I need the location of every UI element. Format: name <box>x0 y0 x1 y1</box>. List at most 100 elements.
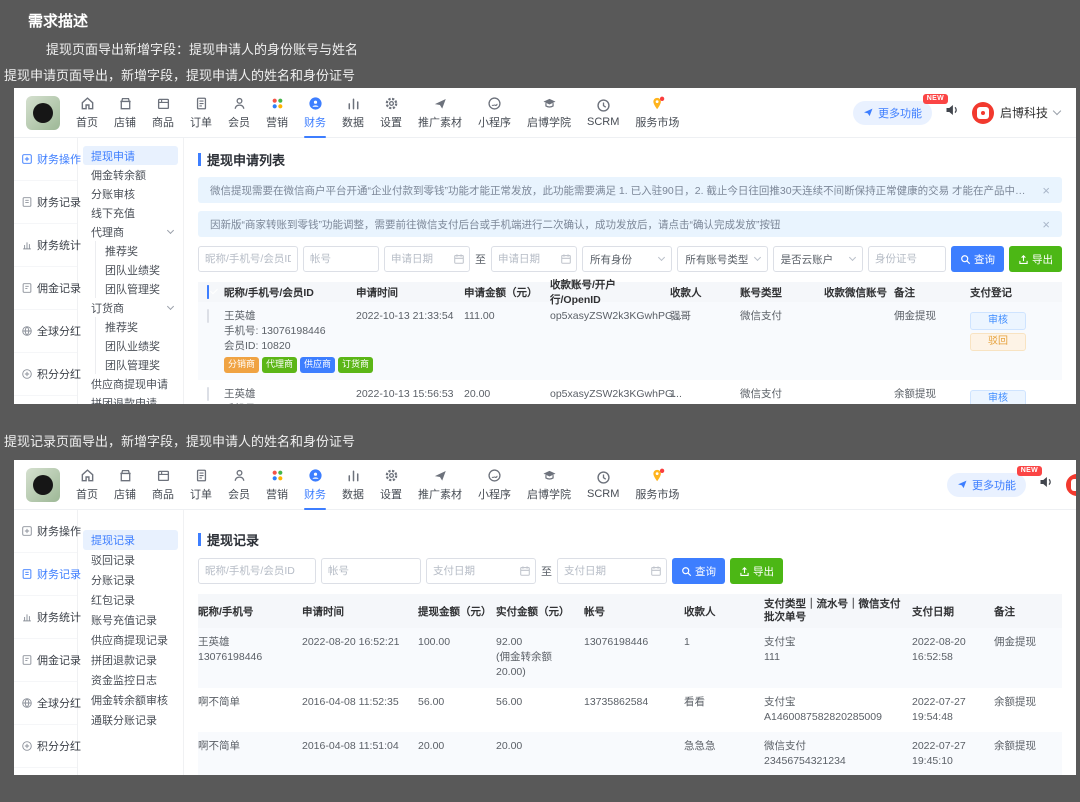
account-type-select[interactable]: 所有账号类型 <box>677 246 768 272</box>
submenu-item[interactable]: 推荐奖 <box>78 241 183 260</box>
search-button[interactable]: 查询 <box>950 246 1004 272</box>
nav-item-academy[interactable]: 启博学院 <box>519 88 579 138</box>
sidebar-item-finance-operations[interactable]: 财务操作 <box>14 510 81 553</box>
keyword-input[interactable] <box>198 558 316 584</box>
nav-item-scrm[interactable]: SCRM <box>579 460 627 510</box>
nav-item-goods[interactable]: 商品 <box>144 88 182 138</box>
nav-item-orders[interactable]: 订单 <box>182 460 220 510</box>
nav-item-finance[interactable]: 财务 <box>296 460 334 510</box>
nav-item-settings[interactable]: 设置 <box>372 460 410 510</box>
sidebar-item-finance-statistics[interactable]: 财务统计 <box>14 224 81 267</box>
submenu-item[interactable]: 团队管理奖 <box>78 355 183 374</box>
submenu-item[interactable]: 团队管理奖 <box>78 279 183 298</box>
more-features-button[interactable]: 更多功能 NEW <box>852 93 948 125</box>
submenu-item[interactable]: 红包记录 <box>78 590 183 610</box>
nav-item-shop[interactable]: 店铺 <box>106 88 144 138</box>
nav-item-promo-material[interactable]: 推广素材 <box>410 88 470 138</box>
column-header: 帐号 <box>584 605 605 618</box>
submenu-item[interactable]: 账号充值记录 <box>78 610 183 630</box>
members-icon <box>232 467 247 483</box>
keyword-input[interactable] <box>198 246 298 272</box>
submenu-item[interactable]: 通联分账记录 <box>78 710 183 730</box>
home-icon <box>80 467 95 483</box>
identity-select[interactable]: 所有身份 <box>582 246 673 272</box>
sidebar-item-commission-records[interactable]: 佣金记录 <box>14 267 81 310</box>
sidebar-item-points-dividend[interactable]: 积分分红 <box>14 725 81 768</box>
submenu-item[interactable]: 线下充值 <box>78 203 183 222</box>
select-all-checkbox[interactable] <box>207 285 209 299</box>
audit-button[interactable]: 审核 <box>970 312 1026 330</box>
submenu-item[interactable]: 团队业绩奖 <box>78 260 183 279</box>
submenu-item[interactable]: 拼团退款申请 <box>78 393 183 405</box>
submenu-group-orderer[interactable]: 订货商 <box>78 298 183 317</box>
sidebar-item-finance-records[interactable]: 财务记录 <box>14 553 81 596</box>
reject-button[interactable]: 驳回 <box>970 333 1026 351</box>
nav-item-settings[interactable]: 设置 <box>372 88 410 138</box>
nav-item-academy[interactable]: 启博学院 <box>519 460 579 510</box>
nav-item-scrm[interactable]: SCRM <box>579 88 627 138</box>
announcement-speaker-icon[interactable] <box>1038 474 1054 495</box>
nav-item-shop[interactable]: 店铺 <box>106 460 144 510</box>
cloud-account-select[interactable]: 是否云账户 <box>772 246 863 272</box>
clock-icon <box>596 97 611 113</box>
submenu-item[interactable]: 拼团退款记录 <box>78 650 183 670</box>
account-input[interactable] <box>303 246 379 272</box>
announcement-speaker-icon[interactable] <box>944 102 960 123</box>
nav-item-service-market[interactable]: 服务市场 <box>627 88 687 138</box>
nav-item-marketing[interactable]: 营销 <box>258 88 296 138</box>
close-icon[interactable]: × <box>1042 183 1050 198</box>
submenu-item[interactable]: 供应商提现申请 <box>78 374 183 393</box>
nav-item-members[interactable]: 会员 <box>220 460 258 510</box>
sidebar-item-finance-operations[interactable]: 财务操作 <box>14 138 81 181</box>
nav-item-mini-program[interactable]: 小程序 <box>470 460 519 510</box>
sidebar-item-global-dividend[interactable]: 全球分红 <box>14 310 81 353</box>
nav-item-mini-program[interactable]: 小程序 <box>470 88 519 138</box>
nav-item-goods[interactable]: 商品 <box>144 460 182 510</box>
close-icon[interactable]: × <box>1042 217 1050 232</box>
nav-item-promo-material[interactable]: 推广素材 <box>410 460 470 510</box>
nav-item-finance[interactable]: 财务 <box>296 88 334 138</box>
search-button[interactable]: 查询 <box>672 558 725 584</box>
sidebar-item-points-dividend[interactable]: 积分分红 <box>14 353 81 396</box>
id-card-input[interactable] <box>867 246 946 272</box>
submenu-item-withdraw-apply[interactable]: 提现申请 <box>83 146 178 165</box>
sidebar-item-finance-records[interactable]: 财务记录 <box>14 181 81 224</box>
cell-withdraw-amount: 56.00 <box>418 695 445 708</box>
row-checkbox[interactable] <box>207 386 209 401</box>
more-features-button[interactable]: 更多功能 NEW <box>947 465 1042 497</box>
nav-item-members[interactable]: 会员 <box>220 88 258 138</box>
nav-item-service-market[interactable]: 服务市场 <box>627 460 687 510</box>
nav-item-data[interactable]: 数据 <box>334 460 372 510</box>
row-checkbox[interactable] <box>207 309 209 323</box>
submenu-item-withdraw-records[interactable]: 提现记录 <box>83 530 178 550</box>
map-pin-icon <box>650 95 665 111</box>
submenu-item[interactable]: 团队业绩奖 <box>78 336 183 355</box>
nav-item-marketing[interactable]: 营销 <box>258 460 296 510</box>
submenu-item[interactable]: 资金监控日志 <box>78 670 183 690</box>
account-menu[interactable]: 启博科技 <box>971 101 1062 124</box>
submenu-item[interactable]: 供应商提现记录 <box>78 630 183 650</box>
nav-item-data[interactable]: 数据 <box>334 88 372 138</box>
sidebar-item-global-dividend[interactable]: 全球分红 <box>14 682 81 725</box>
account-input[interactable] <box>321 558 421 584</box>
company-logo[interactable] <box>1066 473 1076 496</box>
export-button[interactable]: 导出 <box>730 558 783 584</box>
nav-item-orders[interactable]: 订单 <box>182 88 220 138</box>
cell-remark: 佣金提现 <box>994 636 1036 648</box>
store-logo[interactable] <box>26 467 60 502</box>
audit-button[interactable]: 审核 <box>970 389 1026 404</box>
sidebar-item-finance-statistics[interactable]: 财务统计 <box>14 596 81 639</box>
title-accent-bar <box>198 153 201 166</box>
nav-item-home[interactable]: 首页 <box>68 88 106 138</box>
sidebar-item-commission-records[interactable]: 佣金记录 <box>14 639 81 682</box>
nav-item-home[interactable]: 首页 <box>68 460 106 510</box>
export-button[interactable]: 导出 <box>1008 246 1062 272</box>
submenu-item[interactable]: 分账审核 <box>78 184 183 203</box>
submenu-group-agent[interactable]: 代理商 <box>78 222 183 241</box>
store-logo[interactable] <box>26 95 60 130</box>
submenu-item[interactable]: 佣金转余额审核 <box>78 690 183 710</box>
submenu-item[interactable]: 佣金转余额 <box>78 165 183 184</box>
submenu-item[interactable]: 分账记录 <box>78 570 183 590</box>
submenu-item[interactable]: 推荐奖 <box>78 317 183 336</box>
submenu-item[interactable]: 驳回记录 <box>78 550 183 570</box>
